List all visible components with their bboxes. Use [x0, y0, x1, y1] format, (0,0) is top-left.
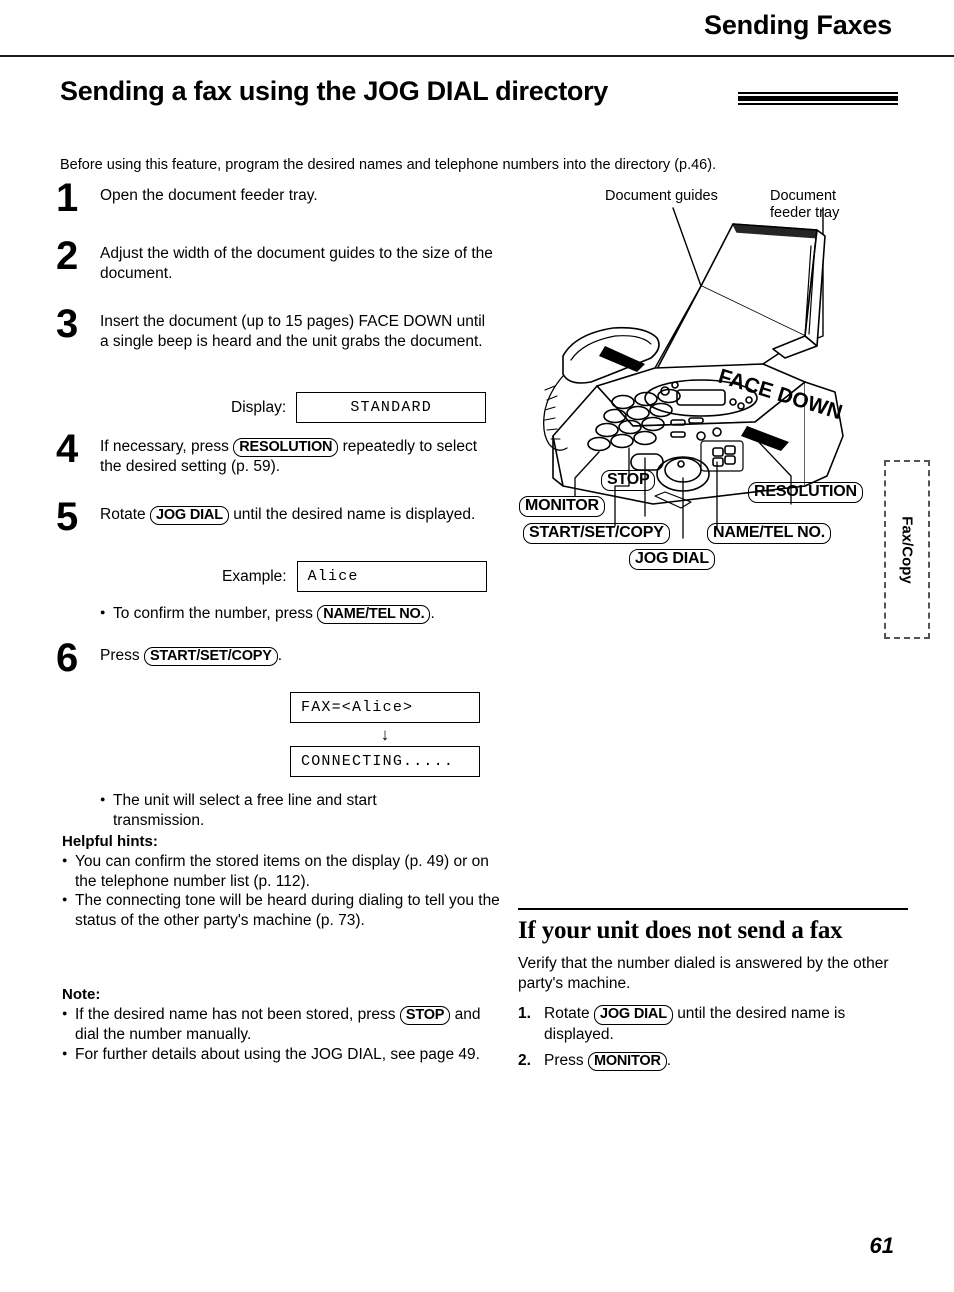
bullet-free-line: The unit will select a free line and sta… — [100, 791, 443, 830]
step-text: If necessary, press RESOLUTION repeatedl… — [100, 437, 496, 477]
display-example-row: Example: Alice — [222, 561, 496, 592]
callout-resolution[interactable]: RESOLUTION — [748, 482, 863, 503]
lcd-connecting: CONNECTING..... — [290, 746, 480, 778]
step-5: 5 Rotate JOG DIAL until the desired name… — [56, 497, 496, 561]
note-label: Note: — [62, 986, 101, 1003]
step-number: 3 — [56, 302, 79, 346]
procedure-steps: 1 Open the document feeder tray. 2 Adjus… — [56, 178, 496, 831]
callout-monitor[interactable]: MONITOR — [519, 496, 605, 517]
step-text-before: If necessary, press — [100, 438, 229, 455]
step-text-after: until the desired name is displayed. — [544, 1005, 846, 1043]
display-label: Display: — [231, 398, 287, 416]
example-label: Example: — [222, 567, 287, 585]
display-standard-row: Display: STANDARD — [231, 392, 496, 423]
key-start-set-copy[interactable]: START/SET/COPY — [143, 647, 278, 667]
section-heading: If your unit does not send a fax — [518, 917, 843, 944]
key-jog-dial[interactable]: JOG DIAL — [593, 1005, 673, 1025]
step-number: 2 — [56, 234, 79, 278]
display-sequence: FAX=<Alice> ↓ CONNECTING..... — [290, 692, 480, 778]
section-divider — [518, 908, 908, 910]
lcd-standard: STANDARD — [296, 392, 487, 423]
helpful-hints-label: Helpful hints: — [62, 833, 158, 850]
troubleshoot-step-1: 1. Rotate JOG DIAL until the desired nam… — [518, 1004, 908, 1044]
key-stop[interactable]: STOP — [399, 1006, 451, 1026]
page-number: 61 — [869, 1233, 894, 1258]
step-number: 2. — [518, 1051, 531, 1069]
step-text-before: Press — [100, 647, 140, 665]
step-text-after: until the desired name is displayed. — [233, 506, 476, 523]
callout-start-set-copy[interactable]: START/SET/COPY — [523, 523, 670, 544]
note-text-before: If the desired name has not been stored,… — [75, 1006, 396, 1023]
lcd-example-name: Alice — [296, 561, 487, 592]
step-text: Rotate JOG DIAL until the desired name i… — [100, 505, 496, 526]
manual-page: Sending Faxes Sending a fax using the JO… — [0, 0, 954, 1292]
key-resolution[interactable]: RESOLUTION — [233, 438, 339, 458]
callout-name-tel-no[interactable]: NAME/TEL NO. — [707, 523, 831, 544]
hint-item: You can confirm the stored items on the … — [62, 852, 502, 891]
intro-paragraph: Before using this feature, program the d… — [60, 157, 717, 173]
troubleshoot-step-2: 2. Press MONITOR. — [518, 1051, 908, 1071]
key-jog-dial[interactable]: JOG DIAL — [149, 506, 229, 526]
step-text: Insert the document (up to 15 pages) FAC… — [100, 313, 486, 350]
header-divider — [0, 55, 954, 57]
step-number: 6 — [56, 636, 79, 681]
step-number: 5 — [56, 495, 79, 539]
step-2: 2 Adjust the width of the document guide… — [56, 236, 496, 312]
note-item-jog-dial: For further details about using the JOG … — [62, 1045, 507, 1065]
step-number: 4 — [56, 427, 79, 471]
step-text-after: . — [666, 1051, 672, 1069]
step-text-after: . — [277, 647, 283, 665]
side-tab-label: Fax/Copy — [898, 515, 916, 584]
hint-item: The connecting tone will be heard during… — [62, 891, 502, 930]
step-6: 6 Press START/SET/COPY. — [56, 638, 496, 692]
lcd-fax-name: FAX=<Alice> — [290, 692, 480, 724]
step-4: 4 If necessary, press RESOLUTION repeate… — [56, 429, 496, 505]
page-title: Sending a fax using the JOG DIAL directo… — [60, 76, 609, 106]
key-monitor[interactable]: MONITOR — [587, 1051, 667, 1071]
title-decoration-lines — [738, 92, 898, 108]
step-text-before: Rotate — [100, 506, 146, 523]
helpful-hints-section: Helpful hints: You can confirm the store… — [62, 833, 502, 931]
fax-machine-drawing: FACE DOWN — [543, 207, 845, 539]
note-item-stop: If the desired name has not been stored,… — [62, 1005, 507, 1045]
bullet-text-after: . — [430, 605, 435, 622]
if-unit-does-not-send-section: If your unit does not send a fax Verify … — [518, 908, 908, 1077]
callout-stop[interactable]: STOP — [601, 470, 656, 491]
running-header-title: Sending Faxes — [704, 10, 892, 40]
step-text-before: Rotate — [544, 1005, 590, 1023]
note-section: Note: If the desired name has not been s… — [62, 986, 507, 1065]
step-text: Adjust the width of the document guides … — [100, 245, 493, 282]
fax-machine-illustration: Document guides Document feeder tray FAC… — [505, 186, 915, 576]
step-text-before: Press — [544, 1051, 584, 1069]
callout-jog-dial[interactable]: JOG DIAL — [629, 549, 715, 570]
step-number: 1. — [518, 1005, 531, 1023]
step-number: 1 — [56, 176, 79, 220]
section-intro: Verify that the number dialed is answere… — [518, 955, 889, 992]
key-name-tel-no[interactable]: NAME/TEL NO. — [317, 605, 431, 625]
step-3: 3 Insert the document (up to 15 pages) F… — [56, 304, 496, 388]
bullet-text-before: To confirm the number, press — [113, 605, 313, 622]
side-tab-fax-copy: Fax/Copy — [884, 460, 930, 639]
step-text: Press START/SET/COPY. — [100, 646, 496, 667]
bullet-confirm-number: To confirm the number, press NAME/TEL NO… — [100, 604, 496, 625]
down-arrow-icon: ↓ — [380, 725, 390, 745]
step-1: 1 Open the document feeder tray. — [56, 178, 496, 244]
step-text: Open the document feeder tray. — [100, 187, 318, 204]
